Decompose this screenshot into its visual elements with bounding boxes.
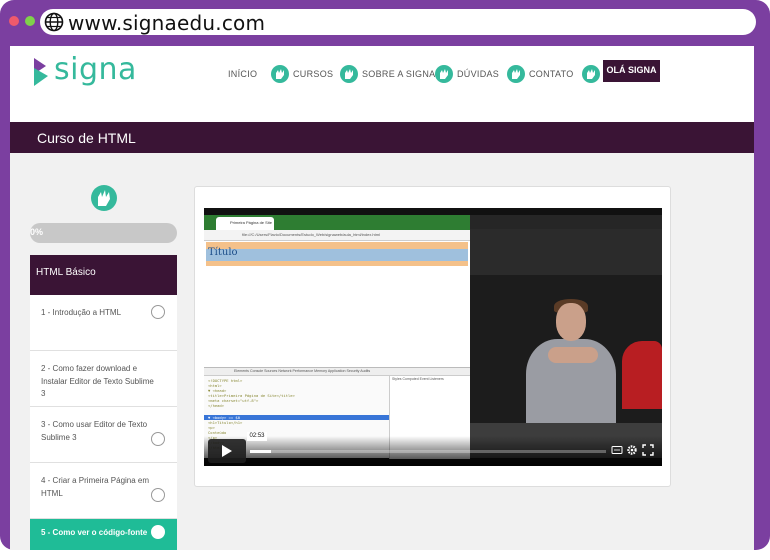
styles-tabs: Styles Computed Event Listeners: [392, 377, 444, 381]
highlight-band: [206, 261, 468, 266]
lesson-item[interactable]: 3 - Como usar Editor de Texto Sublime 3: [30, 407, 177, 463]
user-menu-button[interactable]: OLÁ SIGNA: [603, 60, 660, 82]
devtools-tabs: Elements Console Sources Network Perform…: [234, 369, 371, 373]
lesson-item[interactable]: 4 - Criar a Primeira Página em HTML: [30, 463, 177, 519]
course-banner: Curso de HTML: [10, 122, 754, 153]
nav-link-sobre[interactable]: SOBRE A SIGNA: [362, 69, 435, 79]
address-bar[interactable]: www.signaedu.com: [40, 9, 756, 35]
nav-item-contato[interactable]: CONTATO: [507, 62, 574, 86]
sign-hand-icon: [435, 65, 453, 83]
lesson-status-icon[interactable]: [151, 305, 165, 319]
lesson-label: 2 - Como fazer download e Instalar Edito…: [41, 364, 154, 398]
sign-language-icon: [91, 185, 117, 211]
course-title: Curso de HTML: [37, 130, 136, 146]
sign-hand-icon: [340, 65, 358, 83]
logo-text: signa: [54, 52, 137, 87]
recorded-address-bar: file:///C:/Users/Flavio/Documents/Estudo…: [204, 230, 470, 241]
code-line: </head>: [208, 403, 225, 408]
video-player[interactable]: Primeira Página de Site file:///C:/Users…: [204, 208, 662, 466]
highlight-band: [206, 249, 468, 261]
video-controls: 02:53: [204, 432, 662, 466]
nav-link-duvidas[interactable]: DÚVIDAS: [457, 69, 499, 79]
lesson-item[interactable]: 1 - Introdução a HTML: [30, 295, 177, 351]
video-frame-screen: Primeira Página de Site file:///C:/Users…: [204, 215, 470, 459]
maximize-window-icon[interactable]: [25, 16, 35, 26]
sign-hand-icon: [271, 65, 289, 83]
sign-hand-icon: [507, 65, 525, 83]
lesson-status-icon[interactable]: [151, 432, 165, 446]
nav-item-sobre[interactable]: SOBRE A SIGNA: [340, 62, 435, 86]
time-tooltip: 02:53: [247, 432, 267, 441]
nav-link-inicio[interactable]: INÍCIO: [228, 69, 257, 79]
presenter-top: [470, 215, 662, 229]
progress-label: 0%: [30, 227, 44, 237]
video-card: Primeira Página de Site file:///C:/Users…: [194, 186, 671, 487]
recorded-page: Título: [204, 242, 470, 372]
module-title: HTML Básico: [36, 267, 96, 278]
lesson-label: 3 - Como usar Editor de Texto Sublime 3: [41, 420, 148, 442]
browser-window: www.signaedu.com signa INÍCIO CURSOS SOB…: [0, 0, 770, 550]
settings-icon[interactable]: [626, 444, 638, 456]
close-window-icon[interactable]: [9, 16, 19, 26]
nav-item-user: [582, 62, 600, 86]
nav-item-cursos[interactable]: CURSOS: [271, 62, 333, 86]
globe-icon: [44, 12, 64, 32]
chair-shape: [622, 341, 662, 409]
lesson-label: 5 - Como ver o código-fonte: [41, 528, 148, 537]
site-header: signa INÍCIO CURSOS SOBRE A SIGNA DÚVIDA…: [10, 46, 754, 122]
lesson-status-icon[interactable]: [151, 525, 165, 539]
nav-link-cursos[interactable]: CURSOS: [293, 69, 333, 79]
highlight-band: [206, 242, 468, 249]
lesson-status-icon[interactable]: [151, 488, 165, 502]
lesson-label: 1 - Introdução a HTML: [41, 308, 122, 317]
course-progress-bar: 0%: [30, 223, 177, 243]
signa-logo-icon: [34, 58, 48, 86]
nav-item-duvidas[interactable]: DÚVIDAS: [435, 62, 499, 86]
play-icon: [222, 445, 232, 457]
nav-item-inicio[interactable]: INÍCIO: [228, 62, 257, 86]
devtools-toolbar: Elements Console Sources Network Perform…: [204, 368, 470, 376]
recorded-heading: Título: [208, 247, 238, 258]
video-scrubber[interactable]: [250, 450, 606, 453]
captions-icon[interactable]: [611, 444, 623, 456]
lesson-item[interactable]: 2 - Como fazer download e Instalar Edito…: [30, 351, 177, 407]
lesson-sidebar: 0% HTML Básico 1 - Introdução a HTML 2 -…: [30, 153, 177, 550]
presenter-head: [556, 303, 586, 341]
module-header[interactable]: HTML Básico: [30, 255, 177, 295]
play-button[interactable]: [208, 439, 246, 463]
video-scrubber-fill: [250, 450, 272, 453]
nav-link-contato[interactable]: CONTATO: [529, 69, 574, 79]
fullscreen-icon[interactable]: [642, 444, 654, 456]
lesson-item-active[interactable]: 5 - Como ver o código-fonte: [30, 519, 177, 550]
page-viewport: signa INÍCIO CURSOS SOBRE A SIGNA DÚVIDA…: [10, 46, 754, 550]
recorded-tab: Primeira Página de Site: [216, 217, 274, 230]
url-text: www.signaedu.com: [68, 11, 266, 35]
video-frame-presenter: [470, 215, 662, 458]
sign-hand-icon: [582, 65, 600, 83]
recorded-browser-tabs: Primeira Página de Site: [204, 215, 470, 230]
presenter-hands: [548, 347, 598, 363]
recorded-url: file:///C:/Users/Flavio/Documents/Estudo…: [242, 232, 380, 237]
app-frame: www.signaedu.com signa INÍCIO CURSOS SOB…: [0, 0, 770, 560]
lesson-label: 4 - Criar a Primeira Página em HTML: [41, 476, 150, 498]
